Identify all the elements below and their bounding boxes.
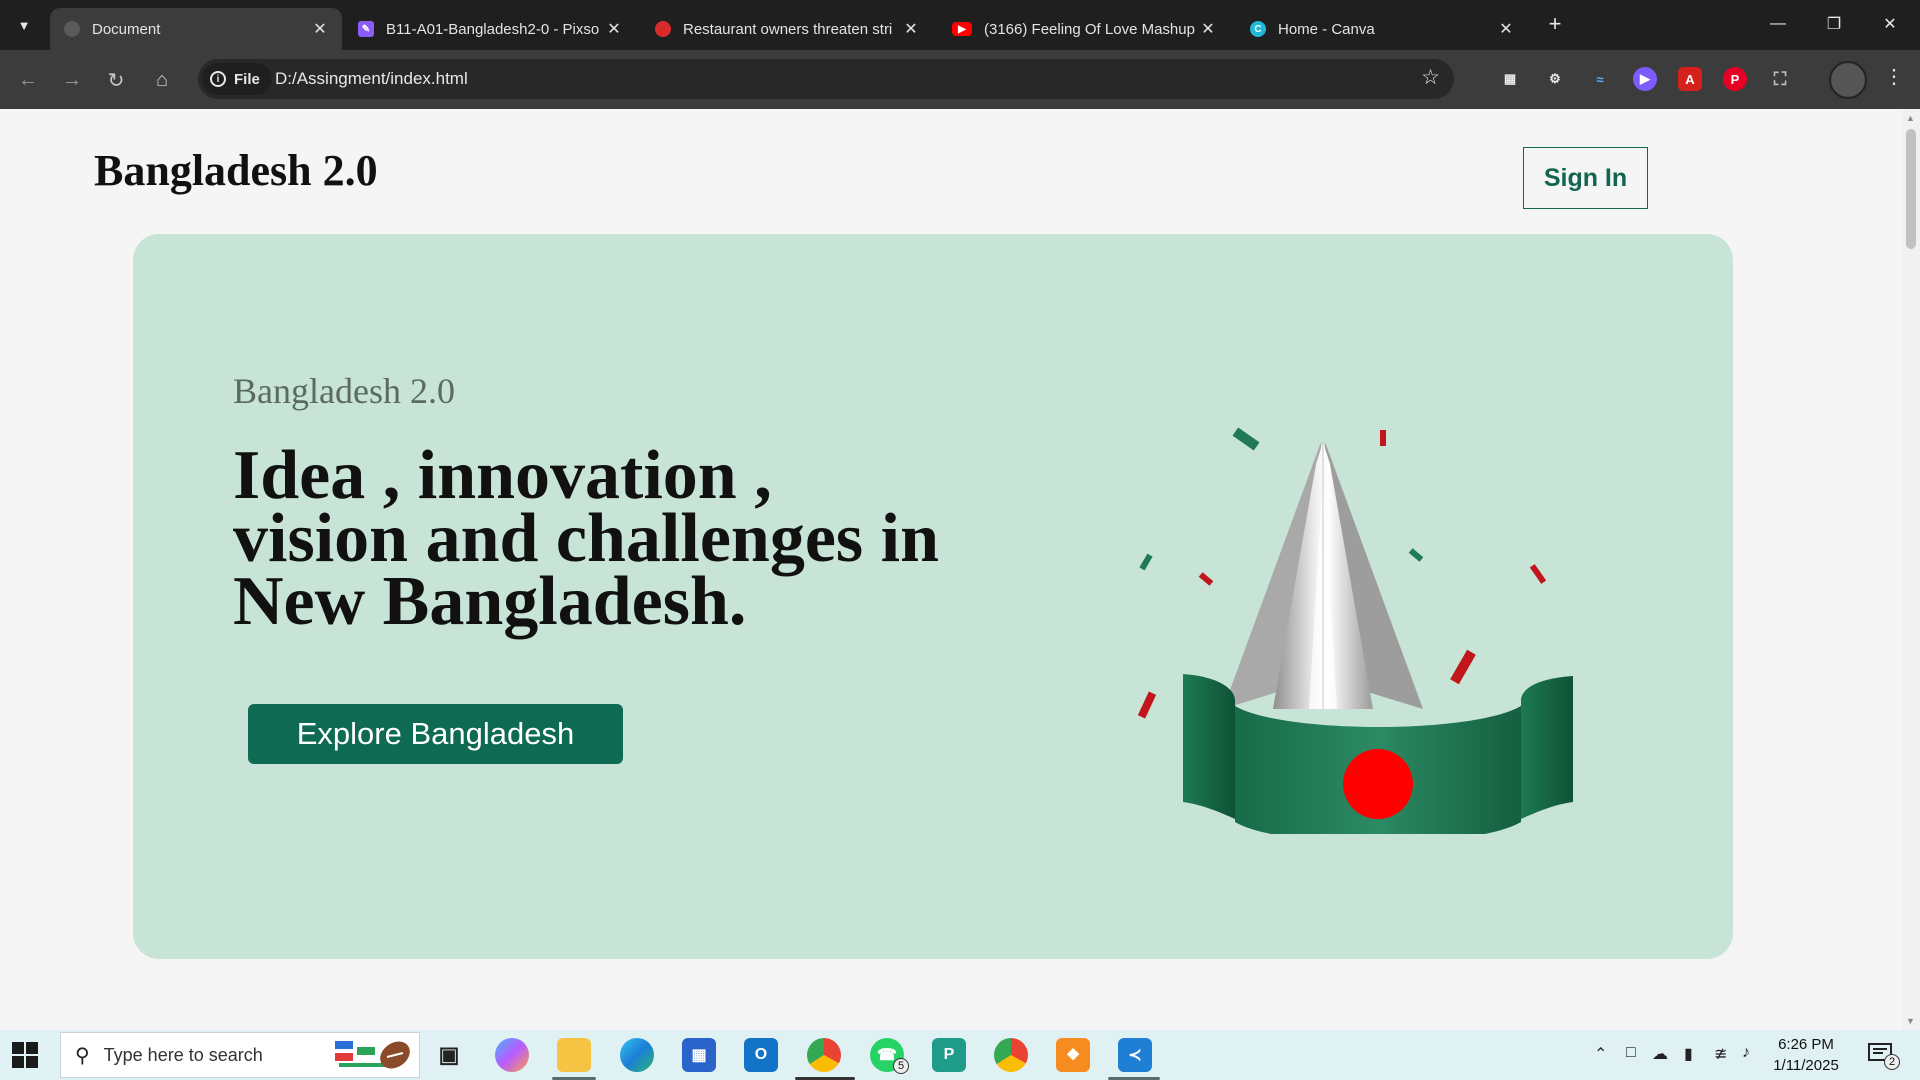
new-tab-icon[interactable]: +: [1541, 12, 1569, 38]
taskbar-search-box[interactable]: ⚲ Type here to search: [60, 1032, 420, 1078]
globe-icon: [64, 21, 80, 37]
back-icon[interactable]: ←: [12, 64, 44, 96]
youtube-icon: ▶: [952, 22, 972, 36]
minimize-icon[interactable]: —: [1750, 0, 1806, 48]
profile-avatar[interactable]: [1829, 61, 1867, 99]
wifi-icon[interactable]: ≇: [1714, 1044, 1727, 1064]
xampp-icon[interactable]: ❖: [1056, 1038, 1090, 1072]
tab-youtube[interactable]: ▶ (3166) Feeling Of Love Mashup ✕: [938, 8, 1230, 50]
site-info-label: File: [234, 70, 260, 88]
tab-title: B11-A01-Bangladesh2-0 - Pixso: [386, 20, 600, 38]
tab-title: Restaurant owners threaten stri: [683, 20, 893, 38]
scrollbar-thumb[interactable]: [1906, 129, 1916, 249]
forward-icon[interactable]: →: [56, 64, 88, 96]
whatsapp-badge: 5: [893, 1058, 909, 1074]
system-clock[interactable]: 6:26 PM 1/11/2025: [1766, 1034, 1846, 1076]
store-icon[interactable]: ▦: [682, 1038, 716, 1072]
acrobat-icon[interactable]: A: [1678, 67, 1702, 91]
search-highlight-widget-icon[interactable]: [331, 1035, 417, 1075]
window-close-icon[interactable]: ✕: [1862, 0, 1918, 48]
pixso-icon: ✎: [358, 21, 374, 37]
search-icon: ⚲: [75, 1044, 90, 1067]
ribbon-right-wing: [1521, 676, 1573, 819]
clock-time: 6:26 PM: [1778, 1036, 1834, 1053]
close-icon[interactable]: ✕: [1198, 19, 1218, 39]
address-bar[interactable]: i File D:/Assingment/index.html ☆: [198, 59, 1454, 99]
hero-eyebrow: Bangladesh 2.0: [233, 371, 455, 411]
browser-toolbar: ← → ↻ ⌂ i File D:/Assingment/index.html …: [0, 50, 1920, 109]
tab-news[interactable]: Restaurant owners threaten stri ✕: [641, 8, 933, 50]
outlook-icon[interactable]: O: [744, 1038, 778, 1072]
site-info-chip[interactable]: i File: [202, 63, 272, 95]
hero-banner: Bangladesh 2.0 Idea , innovation , visio…: [133, 234, 1733, 959]
windows-taskbar: ⚲ Type here to search ▣ ▦ O ☎ 5 P ❖ ≺ ⌃ …: [0, 1030, 1920, 1080]
info-icon: i: [210, 71, 226, 87]
browser-tab-strip: ▼ Document ✕ ✎ B11-A01-Bangladesh2-0 - P…: [0, 0, 1920, 50]
reading-list-icon[interactable]: ▦: [1498, 67, 1522, 91]
canva-icon: C: [1250, 21, 1266, 37]
show-hidden-icons-icon[interactable]: ⌃: [1594, 1044, 1607, 1064]
ribbon-left-wing: [1183, 674, 1235, 819]
home-icon[interactable]: ⌂: [146, 64, 178, 96]
notification-count-badge: 2: [1884, 1054, 1900, 1070]
reload-icon[interactable]: ↻: [100, 64, 132, 96]
monument-spire: [1223, 442, 1423, 709]
page-viewport: Bangladesh 2.0 Sign In Bangladesh 2.0 Id…: [0, 109, 1902, 1030]
restore-icon[interactable]: ❐: [1806, 0, 1862, 48]
page-scrollbar[interactable]: ▲ ▼: [1902, 109, 1920, 1030]
flag-red-disc: [1343, 749, 1413, 819]
hero-headline: Idea , innovation , vision and challenge…: [233, 437, 940, 640]
chrome-profile-icon[interactable]: [994, 1038, 1028, 1072]
notification-center-icon[interactable]: 2: [1868, 1042, 1900, 1070]
close-icon[interactable]: ✕: [901, 19, 921, 39]
close-icon[interactable]: ✕: [310, 19, 330, 39]
chrome-icon[interactable]: [807, 1038, 841, 1072]
clock-date: 1/11/2025: [1773, 1057, 1839, 1074]
tab-canva[interactable]: C Home - Canva ✕: [1236, 8, 1528, 50]
battery-icon[interactable]: ▮: [1684, 1044, 1693, 1064]
url-text[interactable]: D:/Assingment/index.html: [275, 69, 468, 89]
tab-document[interactable]: Document ✕: [50, 8, 342, 50]
pycharm-icon[interactable]: P: [932, 1038, 966, 1072]
vscode-icon[interactable]: ≺: [1118, 1038, 1152, 1072]
sign-in-button[interactable]: Sign In: [1523, 147, 1648, 209]
volume-icon[interactable]: ♪: [1742, 1044, 1750, 1062]
onedrive-icon[interactable]: ☁: [1652, 1044, 1668, 1064]
extension-play-icon[interactable]: ▶: [1633, 67, 1657, 91]
task-view-icon[interactable]: ▣: [432, 1038, 466, 1072]
tab-search-dropdown-icon[interactable]: ▼: [10, 12, 38, 38]
bookmark-star-icon[interactable]: ☆: [1421, 65, 1440, 90]
scroll-down-icon[interactable]: ▼: [1906, 1016, 1915, 1026]
tab-title: Document: [92, 20, 161, 38]
extension-a-icon[interactable]: ⚙: [1543, 67, 1567, 91]
national-monument-illustration: [1137, 427, 1573, 834]
meet-now-icon[interactable]: □: [1626, 1044, 1636, 1062]
search-placeholder: Type here to search: [103, 1044, 263, 1065]
news-site-icon: [655, 21, 671, 37]
tab-title: Home - Canva: [1278, 20, 1375, 38]
windows-start-icon[interactable]: [12, 1042, 38, 1068]
file-explorer-icon[interactable]: [557, 1038, 591, 1072]
site-logo[interactable]: Bangladesh 2.0: [94, 145, 378, 196]
pinterest-icon[interactable]: P: [1723, 67, 1747, 91]
extension-wave-icon[interactable]: ≈: [1588, 67, 1612, 91]
explore-bangladesh-button[interactable]: Explore Bangladesh: [248, 704, 623, 764]
tab-title: (3166) Feeling Of Love Mashup: [984, 20, 1195, 38]
scroll-up-icon[interactable]: ▲: [1906, 113, 1915, 123]
edge-icon[interactable]: [620, 1038, 654, 1072]
extensions-puzzle-icon[interactable]: ⛶: [1768, 67, 1792, 91]
menu-kebab-icon[interactable]: ⋮: [1884, 64, 1904, 89]
tab-pixso[interactable]: ✎ B11-A01-Bangladesh2-0 - Pixso ✕: [344, 8, 636, 50]
close-icon[interactable]: ✕: [604, 19, 624, 39]
close-icon[interactable]: ✕: [1496, 19, 1516, 39]
copilot-icon[interactable]: [495, 1038, 529, 1072]
